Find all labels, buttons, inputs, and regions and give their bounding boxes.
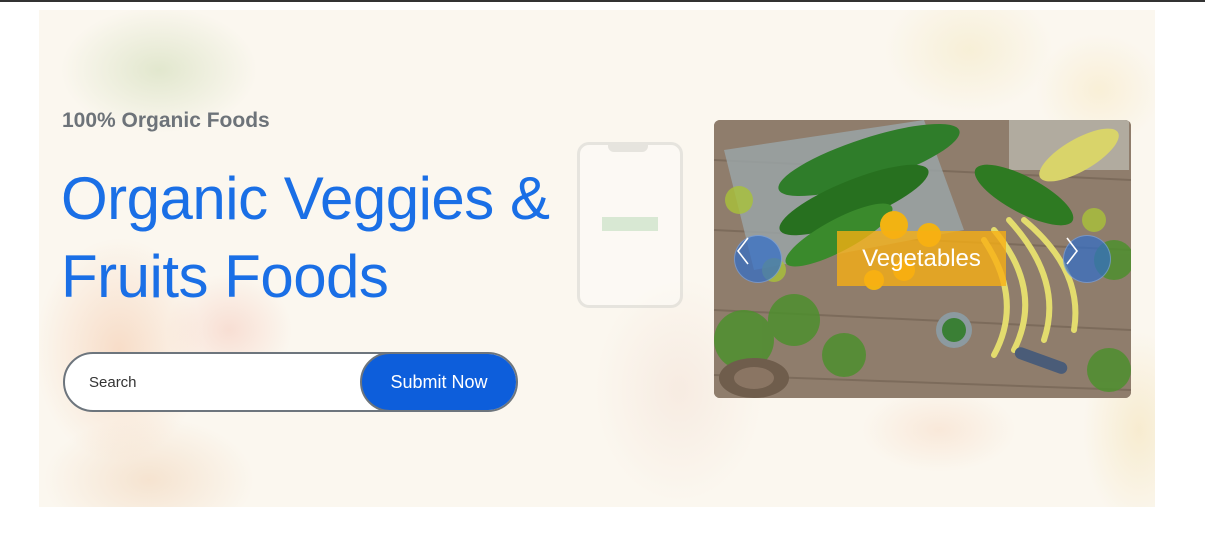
product-carousel[interactable]: Vegetables <box>714 120 1131 398</box>
submit-button[interactable]: Submit Now <box>360 354 516 410</box>
hero-headline: Organic Veggies & Fruits Foods <box>61 160 581 316</box>
headline-line-1: Organic Veggies & <box>61 165 550 232</box>
top-border <box>0 0 1205 2</box>
carousel-prev-button[interactable] <box>734 235 782 283</box>
hero-subtitle: 100% Organic Foods <box>62 109 270 132</box>
search-form: Submit Now <box>63 352 518 412</box>
search-input[interactable] <box>65 354 355 410</box>
carousel-caption: Vegetables <box>837 231 1006 286</box>
hero-banner: 100% Organic Foods Organic Veggies & Fru… <box>39 10 1155 507</box>
phone-background-illustration <box>577 142 683 308</box>
carousel-next-button[interactable] <box>1063 235 1111 283</box>
headline-line-2: Fruits Foods <box>61 243 389 310</box>
